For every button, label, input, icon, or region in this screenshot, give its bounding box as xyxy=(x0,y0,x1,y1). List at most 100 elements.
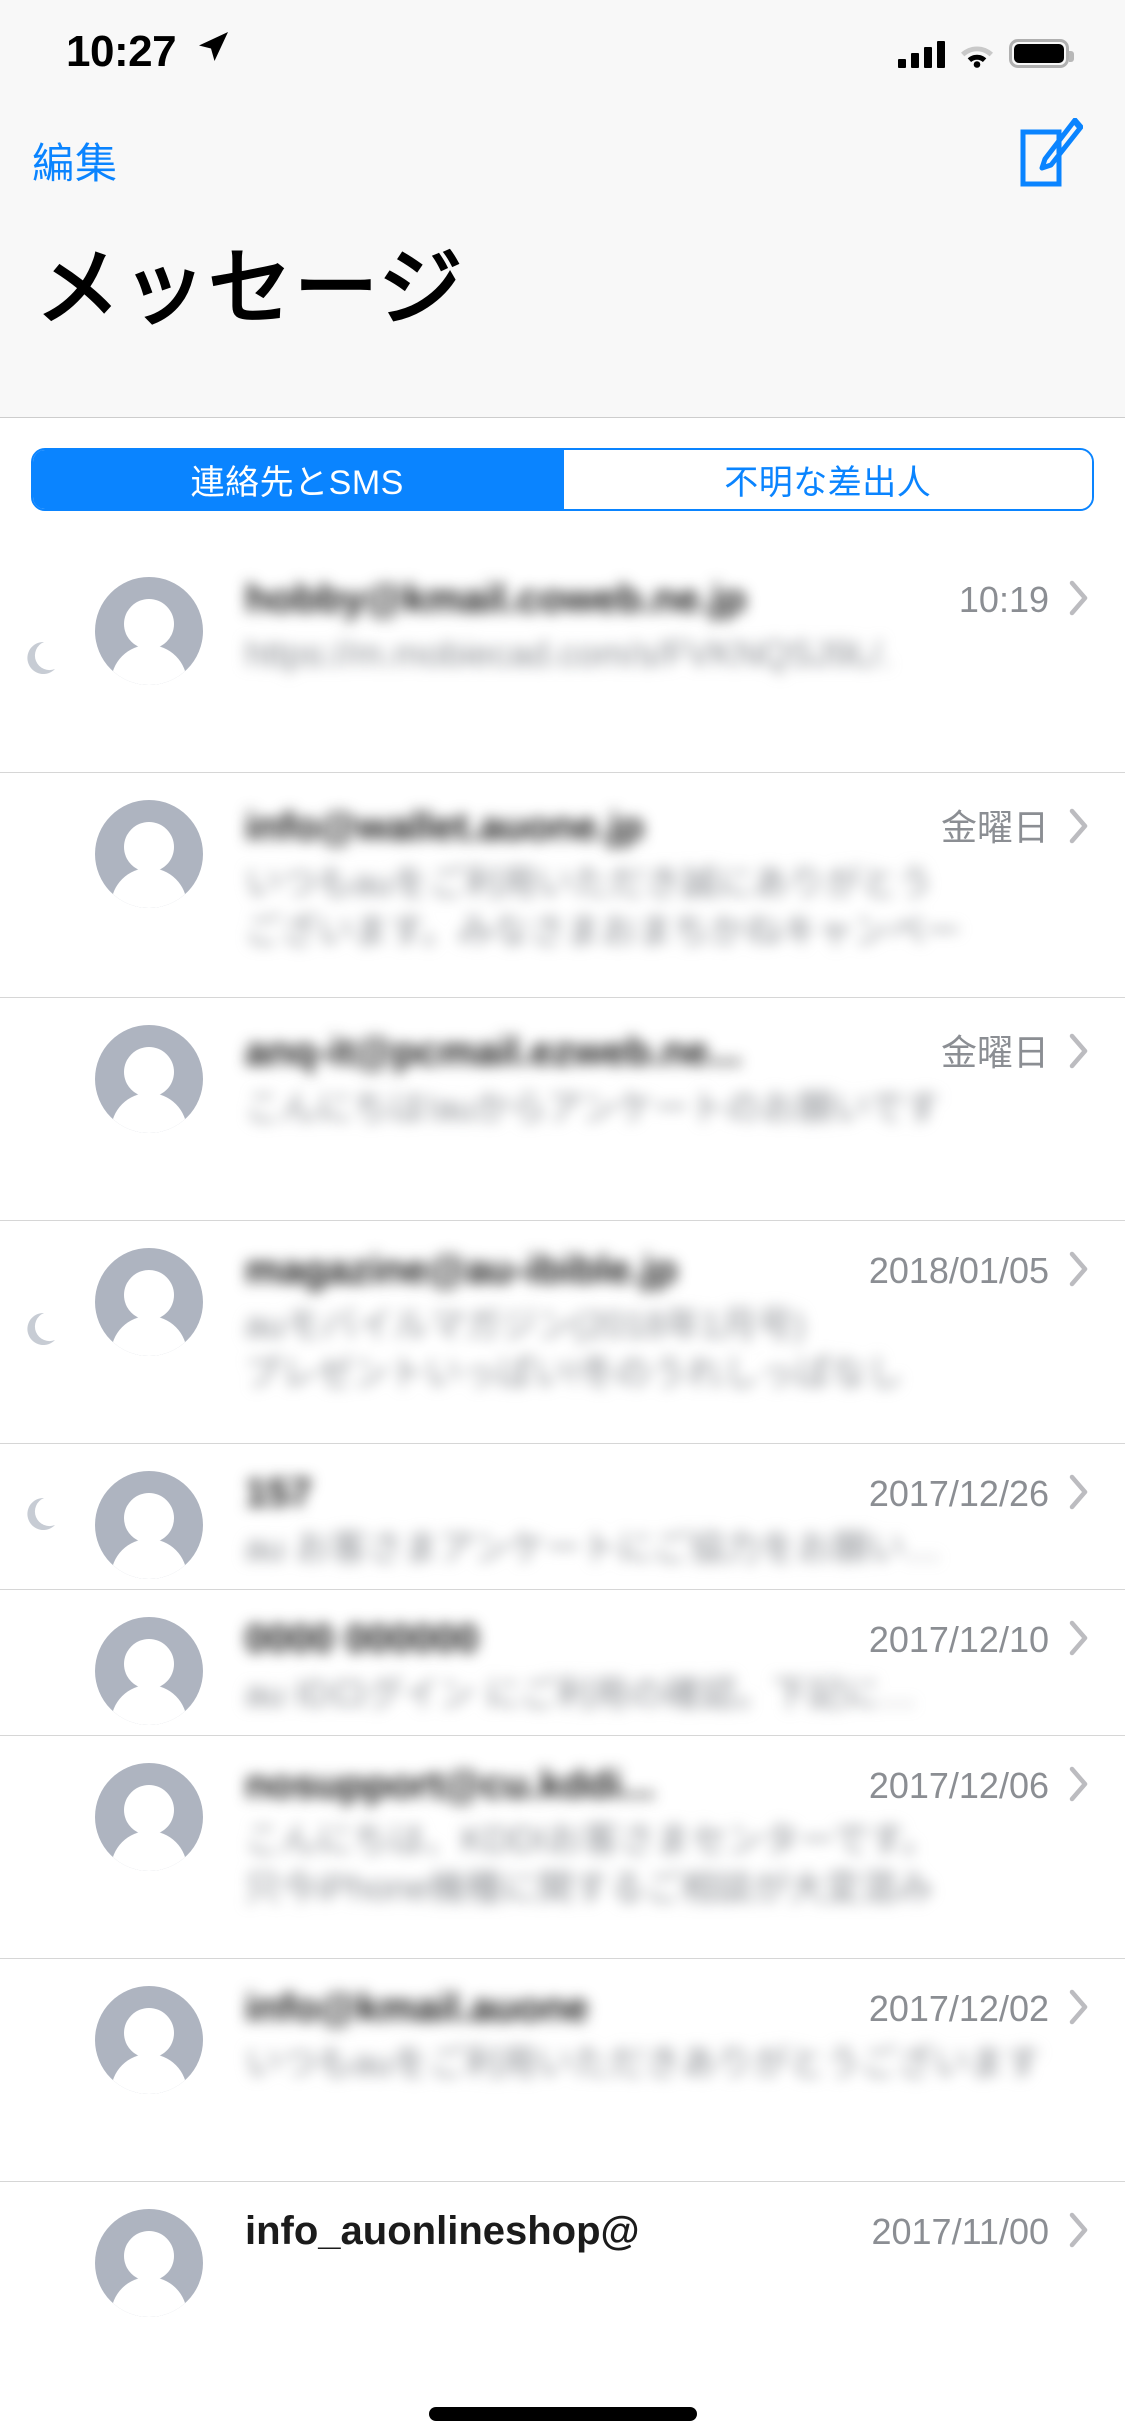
location-arrow-icon xyxy=(196,30,230,64)
avatar xyxy=(95,577,203,685)
conversation-row[interactable]: 157 2017/12/26 au お客さまアンケートにご協力をお願い… xyxy=(0,1444,1125,1590)
message-preview: いつもauをご利用いただき誠にありがとう ございます。みなさまおまちかねキャンペー xyxy=(245,859,1115,954)
message-preview-line: いつもauをご利用いただきありがとうございます xyxy=(245,2042,1042,2083)
timestamp: 金曜日 xyxy=(940,807,1049,848)
timestamp: 金曜日 xyxy=(940,1032,1049,1073)
conversation-row[interactable]: info@wallet.auone.jp 金曜日 いつもauをご利用いただき誠にあり… xyxy=(0,773,1125,998)
sender-name: info@wallet.auone.jp xyxy=(245,805,645,849)
message-preview: au IDログイン にご利用の確認。下記に… xyxy=(245,1670,1115,1718)
compose-message-icon xyxy=(1020,117,1084,187)
compose-button[interactable] xyxy=(1017,117,1084,188)
message-preview-line: https://m.mobiecad.com/s/FVKNQSJ9L/. xyxy=(245,633,892,674)
conversation-content: 157 2017/12/26 au お客さまアンケートにご協力をお願い… xyxy=(245,1444,1115,1572)
conversation-content: info@wallet.auone.jp 金曜日 いつもauをご利用いただき誠にあり… xyxy=(245,773,1115,954)
conversation-content: info_auonlineshop@ 2017/11/00 xyxy=(245,2182,1115,2254)
avatar xyxy=(95,1617,203,1725)
sender-name: 157 xyxy=(245,1471,312,1515)
edit-button[interactable]: 編集 xyxy=(32,130,118,191)
conversation-header-line: 0000 000000 2017/12/10 xyxy=(245,1616,1115,1662)
conversation-content: nosupport@cu.kddi... 2017/12/06 こんにちは、KDDI… xyxy=(245,1736,1115,1911)
timestamp: 10:19 xyxy=(958,579,1049,620)
chevron-right-icon[interactable] xyxy=(1069,1620,1089,1656)
conversation-content: info@kmail.auone 2017/12/02 いつもauをご利用いただきあ… xyxy=(245,1959,1115,2087)
conversation-header-line: info@wallet.auone.jp 金曜日 xyxy=(245,799,1115,851)
timestamp: 2018/01/05 xyxy=(868,1250,1049,1291)
filter-segmented-control[interactable]: 連絡先とSMS 不明な差出人 xyxy=(31,448,1094,511)
cellular-signal-icon xyxy=(898,41,945,68)
conversation-row[interactable]: hobby@kmail.coweb.ne.jp 10:19 https://m.mo… xyxy=(0,550,1125,773)
chevron-right-icon[interactable] xyxy=(1069,580,1089,616)
sender-name: info_auonlineshop@ xyxy=(245,2209,640,2253)
message-preview-line: auモバイルマガジン(2018年1月号) xyxy=(245,1304,806,1345)
conversation-row[interactable]: magazine@au-ibible.jp 2018/01/05 auモバイルマガジ… xyxy=(0,1221,1125,1444)
sender-name: anq-it@pcmail.ezweb.ne... xyxy=(245,1030,742,1074)
avatar xyxy=(95,1986,203,2094)
sender-name: info@kmail.auone xyxy=(245,1986,589,2030)
message-preview-line: au IDログイン にご利用の確認。下記に… xyxy=(245,1673,917,1714)
timestamp: 2017/12/10 xyxy=(868,1619,1049,1660)
conversation-content: anq-it@pcmail.ezweb.ne... 金曜日こんにちは!auからアン… xyxy=(245,998,1115,1132)
conversation-row[interactable]: info_auonlineshop@ 2017/11/00 xyxy=(0,2182,1125,2317)
conversation-row[interactable]: nosupport@cu.kddi... 2017/12/06 こんにちは、KDDI… xyxy=(0,1736,1125,1959)
sender-name: nosupport@cu.kddi... xyxy=(245,1763,656,1807)
home-indicator xyxy=(428,2407,697,2421)
segment-unknown-senders[interactable]: 不明な差出人 xyxy=(561,450,1092,509)
sender-name: 0000 000000 xyxy=(245,1617,479,1661)
timestamp: 2017/12/06 xyxy=(868,1765,1049,1806)
message-preview: こんにちは、KDDIお客さまセンターです。 只今iPhone機種に関するご相談が大… xyxy=(245,1816,1115,1911)
avatar xyxy=(95,1471,203,1579)
do-not-disturb-moon-icon xyxy=(22,1310,66,1354)
conversation-header-line: 157 2017/12/26 xyxy=(245,1470,1115,1516)
status-bar-time: 10:27 xyxy=(66,27,177,76)
message-preview: https://m.mobiecad.com/s/FVKNQSJ9L/. xyxy=(245,630,1115,678)
message-preview-line: こんにちは、KDDIお客さまセンターです。 xyxy=(245,1819,938,1860)
conversation-list[interactable]: hobby@kmail.coweb.ne.jp 10:19 https://m.mo… xyxy=(0,550,1125,2436)
message-preview: いつもauをご利用いただきありがとうございます xyxy=(245,2039,1115,2087)
message-preview-line: いつもauをご利用いただき誠にありがとう xyxy=(245,862,934,903)
message-preview: au お客さまアンケートにご協力をお願い… xyxy=(245,1524,1115,1572)
conversation-header-line: nosupport@cu.kddi... 2017/12/06 xyxy=(245,1762,1115,1808)
chevron-right-icon[interactable] xyxy=(1069,1474,1089,1510)
message-preview: こんにちは!auからアンケートのお願いです xyxy=(245,1084,1115,1132)
message-preview-line: 只今iPhone機種に関するご相談が大変混み xyxy=(245,1866,934,1908)
chevron-right-icon[interactable] xyxy=(1069,808,1089,844)
timestamp: 2017/12/02 xyxy=(868,1988,1049,2029)
segment-contacts-and-sms[interactable]: 連絡先とSMS xyxy=(33,450,562,509)
navigation-bar: 編集 メッセージ xyxy=(0,100,1125,418)
conversation-header-line: magazine@au-ibible.jp 2018/01/05 xyxy=(245,1247,1115,1293)
status-bar: 10:27 xyxy=(0,0,1125,100)
do-not-disturb-moon-icon xyxy=(22,639,66,683)
chevron-right-icon[interactable] xyxy=(1069,1033,1089,1069)
message-preview-line: au お客さまアンケートにご協力をお願い… xyxy=(245,1527,941,1568)
battery-full-icon xyxy=(1009,39,1074,68)
message-preview-line: こんにちは!auからアンケートのお願いです xyxy=(245,1087,941,1128)
timestamp: 2017/11/00 xyxy=(871,2211,1049,2252)
avatar xyxy=(95,800,203,908)
chevron-right-icon[interactable] xyxy=(1069,1766,1089,1802)
avatar xyxy=(95,1248,203,1356)
conversation-content: hobby@kmail.coweb.ne.jp 10:19 https://m.mo… xyxy=(245,550,1115,678)
avatar xyxy=(95,2209,203,2317)
message-preview: auモバイルマガジン(2018年1月号) プレゼントいっぱい!冬のうれしっぱなし xyxy=(245,1301,1115,1396)
chevron-right-icon[interactable] xyxy=(1069,2212,1089,2248)
conversation-row[interactable]: 0000 000000 2017/12/10 au IDログイン にご利用の確認。下… xyxy=(0,1590,1125,1736)
conversation-row[interactable]: info@kmail.auone 2017/12/02 いつもauをご利用いただきあ… xyxy=(0,1959,1125,2182)
status-bar-indicators xyxy=(898,32,1074,68)
avatar xyxy=(95,1025,203,1133)
conversation-header-line: info@kmail.auone 2017/12/02 xyxy=(245,1985,1115,2031)
messages-app-screen: 10:27 編集 メッセージ 連絡先とSMS 不明な差出人 hobby@kmai… xyxy=(0,0,1125,2436)
wifi-icon xyxy=(959,41,995,68)
avatar xyxy=(95,1763,203,1871)
conversation-content: 0000 000000 2017/12/10 au IDログイン にご利用の確認。下… xyxy=(245,1590,1115,1718)
message-preview-line: プレゼントいっぱい!冬のうれしっぱなし xyxy=(245,1351,904,1393)
conversation-content: magazine@au-ibible.jp 2018/01/05 auモバイルマガジ… xyxy=(245,1221,1115,1396)
conversation-header-line: anq-it@pcmail.ezweb.ne... 金曜日 xyxy=(245,1024,1115,1076)
conversation-header-line: hobby@kmail.coweb.ne.jp 10:19 xyxy=(245,576,1115,622)
conversation-row[interactable]: anq-it@pcmail.ezweb.ne... 金曜日こんにちは!auからアン… xyxy=(0,998,1125,1221)
chevron-right-icon[interactable] xyxy=(1069,1251,1089,1287)
chevron-right-icon[interactable] xyxy=(1069,1989,1089,2025)
conversation-header-line: info_auonlineshop@ 2017/11/00 xyxy=(245,2208,1115,2254)
sender-name: magazine@au-ibible.jp xyxy=(245,1248,678,1292)
page-title: メッセージ xyxy=(36,241,465,335)
do-not-disturb-moon-icon xyxy=(22,1495,66,1539)
